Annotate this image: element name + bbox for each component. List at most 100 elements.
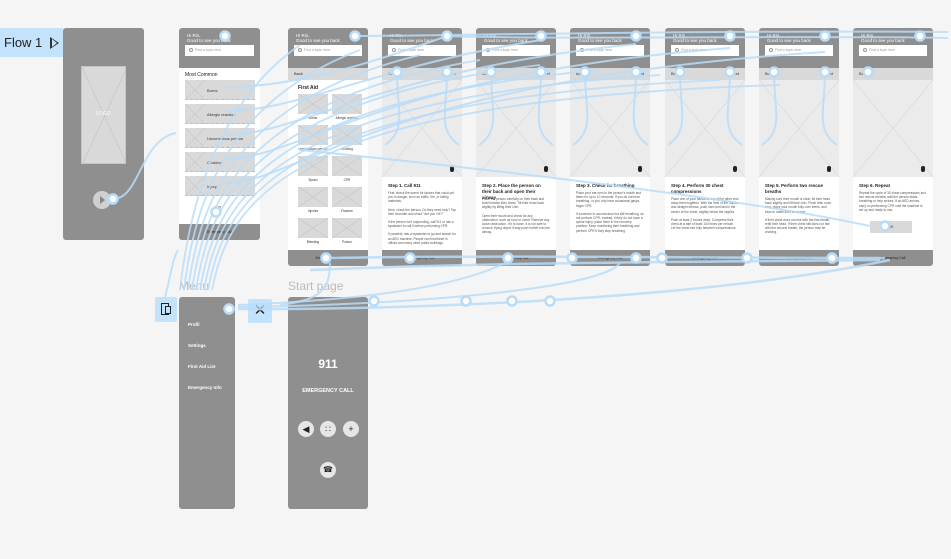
menu-overlay-icon[interactable] bbox=[155, 297, 177, 322]
next-button[interactable]: Next bbox=[542, 71, 550, 76]
step-6-screen-frame: Hi Rin, Good to see you back Find a topic… bbox=[853, 28, 933, 266]
next-button[interactable]: Next bbox=[731, 71, 739, 76]
next-button[interactable]: Next bbox=[825, 71, 833, 76]
search-input[interactable]: Find a topic here bbox=[671, 45, 739, 56]
search-icon bbox=[580, 48, 584, 52]
emergency-call-button[interactable]: Emergency Call bbox=[476, 250, 556, 266]
greeting: Hi Rin, Good to see you back bbox=[296, 33, 340, 43]
menu-item-profile[interactable]: Profil bbox=[188, 322, 200, 327]
first-aid-tile[interactable] bbox=[332, 94, 362, 114]
back-button[interactable]: Back bbox=[482, 71, 491, 76]
start-button[interactable] bbox=[93, 191, 111, 209]
search-input[interactable]: Find a topic here bbox=[294, 45, 362, 56]
close-icon[interactable]: ✕ bbox=[248, 299, 272, 323]
call-number: 911 bbox=[318, 357, 338, 371]
first-aid-tile[interactable] bbox=[298, 94, 328, 114]
flow-link bbox=[164, 249, 179, 298]
first-aid-tile[interactable] bbox=[332, 156, 362, 176]
search-input[interactable]: Find a topic here bbox=[388, 45, 456, 56]
logo-text: LOGO bbox=[96, 111, 111, 117]
play-outline-icon[interactable] bbox=[50, 36, 60, 49]
frame-label-menu: Menu bbox=[179, 279, 210, 293]
emergency-call-button[interactable]: Emergency Call bbox=[288, 250, 368, 266]
emergency-call-button[interactable]: Emergency Call bbox=[759, 250, 839, 266]
add-call-icon[interactable]: + bbox=[343, 421, 359, 437]
emergency-call-button[interactable]: Emergency Call bbox=[179, 224, 260, 240]
first-aid-tile[interactable] bbox=[298, 218, 328, 238]
list-item[interactable]: Burns bbox=[185, 80, 255, 100]
link-hotspot[interactable] bbox=[544, 295, 556, 307]
step-paragraph: If someone is unconscious but still brea… bbox=[576, 211, 644, 233]
step-title: Step 4. Perform 30 chest compressions bbox=[671, 183, 724, 194]
back-button[interactable]: Back bbox=[388, 71, 397, 76]
next-button[interactable]: Next bbox=[636, 71, 644, 76]
list-item[interactable]: Injury bbox=[185, 176, 255, 196]
back-button[interactable]: Back bbox=[294, 71, 303, 76]
search-icon bbox=[675, 48, 679, 52]
emergency-call-button[interactable]: Emergency Call bbox=[570, 250, 650, 266]
search-input[interactable]: Find a topic here bbox=[576, 45, 644, 56]
emergency-call-button[interactable]: Emergency Call bbox=[382, 250, 462, 266]
back-button[interactable]: Back bbox=[671, 71, 680, 76]
image-placeholder bbox=[570, 80, 650, 177]
header: Hi Rin, Good to see you back Find a topic… bbox=[476, 28, 556, 68]
first-aid-tile-label: Bleeding bbox=[306, 240, 320, 244]
link-hotspot[interactable] bbox=[506, 295, 518, 307]
link-hotspot[interactable] bbox=[460, 295, 472, 307]
search-icon bbox=[392, 48, 396, 52]
first-aid-tile[interactable] bbox=[298, 156, 328, 176]
flow-label: Flow 1 bbox=[4, 35, 43, 50]
back-bar: Back bbox=[288, 68, 368, 80]
splash-screen-frame: LOGO bbox=[63, 28, 144, 240]
emergency-call-button[interactable]: Emergency Call bbox=[665, 250, 745, 266]
step-1-screen-frame: Hi Rin, Good to see you back Find a topic… bbox=[382, 28, 462, 266]
image-placeholder bbox=[853, 80, 933, 177]
search-icon bbox=[189, 48, 193, 52]
list-item[interactable]: Choking bbox=[185, 152, 255, 172]
step-3-screen-frame: Hi Rin, Good to see you back Find a topic… bbox=[570, 28, 650, 266]
step-paragraph: Place the person carefully on their back… bbox=[482, 197, 545, 210]
menu-item-first-aid-list[interactable]: First Aid List bbox=[188, 364, 215, 369]
header: Hi Rin, Good to see you back Find a topic… bbox=[759, 28, 839, 68]
pager[interactable]: 1 2 bbox=[214, 206, 221, 212]
first-aid-tile[interactable] bbox=[298, 187, 328, 207]
ok-button[interactable]: OK bbox=[870, 221, 912, 233]
search-input[interactable]: Find a topic here bbox=[859, 45, 927, 56]
microphone-icon[interactable] bbox=[733, 166, 737, 172]
header: Hi Rin, Good to see you back Find a topic… bbox=[288, 28, 368, 68]
first-aid-tile-label: Unconscious person bbox=[298, 147, 328, 151]
microphone-icon[interactable] bbox=[450, 166, 454, 172]
greeting: Hi Rin, Good to see you back bbox=[484, 33, 528, 43]
link-hotspot[interactable] bbox=[368, 295, 380, 307]
list-item[interactable]: Allergic reaction bbox=[185, 104, 255, 124]
speaker-icon[interactable]: ◀ bbox=[298, 421, 314, 437]
menu-item-emergency-info[interactable]: Emergency Info bbox=[188, 385, 222, 390]
microphone-icon[interactable] bbox=[921, 166, 925, 172]
first-aid-tile[interactable] bbox=[332, 125, 362, 145]
search-input[interactable]: Find a topic here bbox=[482, 45, 550, 56]
microphone-icon[interactable] bbox=[827, 166, 831, 172]
hang-up-icon[interactable]: ☎ bbox=[320, 462, 336, 478]
back-button[interactable]: Back bbox=[765, 71, 774, 76]
first-aid-tile[interactable] bbox=[332, 187, 362, 207]
first-aid-tile[interactable] bbox=[298, 125, 328, 145]
menu-item-settings[interactable]: Settings bbox=[188, 343, 206, 348]
search-input[interactable]: Find a topic here bbox=[765, 45, 833, 56]
first-aid-tile[interactable] bbox=[332, 218, 362, 238]
greeting: Hi Rin, Good to see you back bbox=[767, 33, 811, 43]
search-input[interactable]: Find a topic here bbox=[185, 45, 254, 56]
list-item[interactable]: Unconscious person bbox=[185, 128, 255, 148]
back-button[interactable]: Back bbox=[576, 71, 585, 76]
back-button[interactable]: Back bbox=[859, 71, 868, 76]
image-placeholder bbox=[665, 80, 745, 177]
microphone-icon[interactable] bbox=[544, 166, 548, 172]
header: Hi Rin, Good to see you back Find a topic… bbox=[665, 28, 745, 68]
first-aid-tile-label: Fracture bbox=[341, 209, 353, 213]
section-title: Most Common bbox=[185, 72, 218, 78]
keypad-icon[interactable]: ∷ bbox=[320, 421, 336, 437]
step-paragraph: Making sure their mouth is clear, tilt t… bbox=[765, 197, 832, 214]
emergency-call-button[interactable]: Emergency Call bbox=[853, 250, 933, 266]
microphone-icon[interactable] bbox=[638, 166, 642, 172]
next-button[interactable]: Next bbox=[448, 71, 456, 76]
flow-start-tag[interactable]: Flow 1 bbox=[0, 28, 63, 57]
